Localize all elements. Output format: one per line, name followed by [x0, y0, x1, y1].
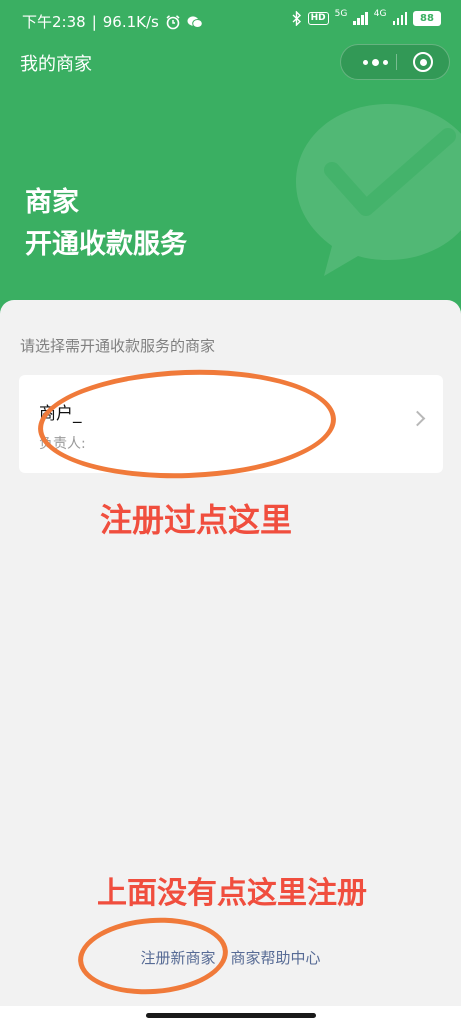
page-title: 我的商家 [20, 54, 92, 75]
annotation-register-new-tip: 上面没有点这里注册 [97, 876, 367, 911]
hero-heading-line1: 商家 [25, 187, 79, 218]
signal-4g-icon [392, 12, 407, 25]
footer-links: 注册新商家 商家帮助中心 [0, 947, 461, 968]
chevron-right-icon [409, 410, 426, 427]
network-4g-label: 4G [373, 9, 387, 19]
status-speed: 96.1K/s [102, 12, 159, 31]
more-menu-icon[interactable] [355, 45, 395, 79]
select-merchant-hint: 请选择需开通收款服务的商家 [20, 337, 216, 355]
signal-5g-icon [353, 12, 368, 25]
status-divider: | [91, 12, 97, 31]
status-right: HD 5G 4G 88 [292, 9, 441, 26]
annotation-registered-tip: 注册过点这里 [100, 501, 293, 539]
wechat-icon [187, 15, 203, 28]
close-mini-program-icon[interactable] [413, 52, 433, 72]
screen: 下午2:38 | 96.1K/s HD 5G 4G 88 我的商家 商家 开通收… [0, 0, 461, 1024]
alarm-icon [166, 14, 180, 29]
capsule-divider [396, 54, 397, 70]
status-time: 下午2:38 [22, 13, 86, 31]
hero-heading-line2: 开通收款服务 [25, 229, 187, 260]
battery-icon: 88 [413, 11, 441, 26]
home-indicator[interactable] [146, 1013, 316, 1018]
status-left: 下午2:38 | 96.1K/s [22, 11, 203, 32]
wechat-pay-watermark-icon [296, 104, 461, 276]
header-banner: 下午2:38 | 96.1K/s HD 5G 4G 88 我的商家 商家 开通收… [0, 0, 461, 330]
hd-badge: HD [307, 12, 329, 25]
merchant-help-center-link[interactable]: 商家帮助中心 [231, 949, 321, 967]
network-5g-label: 5G [334, 9, 348, 19]
status-bar: 下午2:38 | 96.1K/s HD 5G 4G 88 [0, 0, 461, 40]
mini-program-capsule [340, 44, 450, 80]
bluetooth-icon [292, 11, 301, 26]
